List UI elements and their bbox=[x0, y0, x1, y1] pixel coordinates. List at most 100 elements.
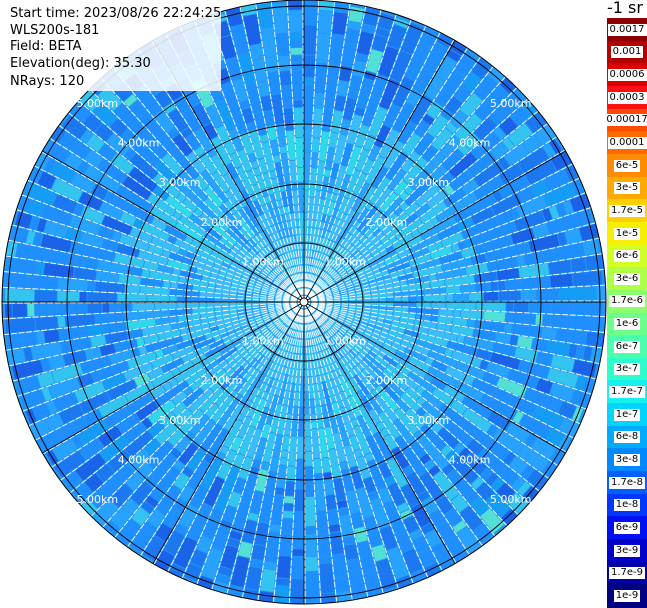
ray-gate-cell bbox=[543, 315, 550, 326]
colorbar-segment: 1.7e-9 bbox=[607, 562, 647, 585]
ray-gate-cell bbox=[304, 123, 312, 152]
ray-gate-cell bbox=[559, 287, 588, 300]
ray-gate-cell bbox=[135, 329, 143, 338]
range-label: 4.00km bbox=[449, 136, 491, 149]
colorbar-tick-label: 1e-6 bbox=[614, 318, 641, 330]
range-label: 1.00km bbox=[324, 256, 366, 269]
range-label: 5.00km bbox=[490, 97, 532, 110]
colorbar-tick-label: 6e-8 bbox=[614, 431, 641, 443]
ray-gate-cell bbox=[291, 55, 302, 62]
ray-gate-cell bbox=[394, 297, 401, 301]
ray-gate-cell bbox=[386, 297, 393, 301]
ray-gate-cell bbox=[171, 282, 178, 289]
ray-gate-cell bbox=[313, 459, 322, 474]
ray-gate-cell bbox=[294, 512, 304, 526]
colorbar-tick-label: 6e-5 bbox=[614, 160, 641, 172]
colorbar-tick-label: 1e-8 bbox=[614, 499, 641, 511]
ray-gate-cell bbox=[305, 399, 310, 413]
ray-gate-cell bbox=[170, 296, 177, 302]
colorbar-segment: 0.0001 bbox=[607, 131, 647, 154]
colorbar-segment: 1.7e-7 bbox=[607, 380, 647, 403]
ray-gate-cell bbox=[276, 578, 289, 586]
colorbar-segment: 6e-8 bbox=[607, 426, 647, 449]
range-label: 4.00km bbox=[118, 454, 160, 467]
colorbar-segment: 3e-6 bbox=[607, 267, 647, 290]
ray-gate-cell bbox=[215, 307, 222, 311]
ppi-scan-plot: 1.00km2.00km3.00km4.00km5.00km1.00km2.00… bbox=[0, 0, 607, 607]
ray-gate-cell bbox=[589, 287, 596, 300]
range-label: 1.00km bbox=[242, 335, 284, 348]
ray-gate-cell bbox=[541, 327, 556, 340]
ray-gate-cell bbox=[35, 317, 58, 330]
ray-gate-cell bbox=[265, 57, 278, 73]
ray-gate-cell bbox=[505, 279, 520, 290]
ray-gate-cell bbox=[285, 481, 295, 496]
ray-gate-cell bbox=[276, 33, 289, 56]
ray-gate-cell bbox=[297, 437, 304, 459]
ray-gate-cell bbox=[311, 421, 317, 428]
ray-gate-cell bbox=[200, 303, 207, 308]
ray-gate-cell bbox=[35, 304, 42, 316]
ray-gate-cell bbox=[283, 511, 293, 518]
range-label: 1.00km bbox=[242, 256, 284, 269]
colorbar-segment: 0.0017 bbox=[607, 18, 647, 41]
colorbar-tick-label: 1e-7 bbox=[614, 409, 641, 421]
ray-gate-cell bbox=[293, 100, 302, 107]
start-time-text: Start time: 2023/08/26 22:24:25 bbox=[10, 6, 221, 23]
ray-gate-cell bbox=[314, 93, 324, 108]
ray-gate-cell bbox=[279, 533, 292, 555]
ray-gate-cell bbox=[312, 138, 320, 153]
ray-gate-cell bbox=[304, 78, 314, 85]
colorbar-segment: 1e-8 bbox=[607, 494, 647, 517]
ray-gate-cell bbox=[288, 0, 302, 10]
ray-gate-cell bbox=[294, 206, 299, 213]
colorbar: 0.00170.0010.00060.00030.000170.00016e-5… bbox=[607, 18, 647, 607]
field-text: Field: BETA bbox=[10, 39, 221, 56]
ray-gate-cell bbox=[305, 422, 311, 436]
ray-gate-cell bbox=[280, 71, 291, 86]
ray-gate-cell bbox=[304, 85, 314, 107]
ray-gate-cell bbox=[57, 304, 71, 315]
ray-gate-cell bbox=[142, 269, 150, 277]
ray-gate-cell bbox=[431, 302, 445, 308]
ray-gate-cell bbox=[291, 48, 303, 55]
ray-gate-cell bbox=[529, 302, 551, 313]
ray-gate-cell bbox=[550, 315, 572, 328]
ray-gate-cell bbox=[284, 496, 293, 503]
ray-gate-cell bbox=[280, 458, 288, 466]
ray-gate-cell bbox=[319, 0, 333, 11]
ray-gate-cell bbox=[50, 304, 57, 316]
ray-gate-cell bbox=[117, 303, 124, 312]
ray-gate-cell bbox=[446, 302, 475, 310]
ray-gate-cell bbox=[163, 281, 170, 288]
ray-gate-cell bbox=[275, 586, 290, 604]
ray-gate-cell bbox=[305, 497, 315, 526]
ray-gate-cell bbox=[571, 258, 587, 272]
ray-gate-cell bbox=[88, 281, 95, 291]
ray-gate-cell bbox=[305, 437, 312, 451]
colorbar-segment: 1e-7 bbox=[607, 403, 647, 426]
ray-gate-cell bbox=[278, 56, 290, 71]
range-label: 2.00km bbox=[366, 216, 408, 229]
colorbar-tick-label: 1.7e-8 bbox=[609, 477, 645, 489]
colorbar-segment: 3e-7 bbox=[607, 358, 647, 381]
ray-gate-cell bbox=[305, 452, 313, 466]
ray-gate-cell bbox=[574, 302, 603, 316]
radar-center-marker bbox=[300, 298, 308, 306]
ray-gate-cell bbox=[321, 593, 335, 604]
ray-gate-cell bbox=[453, 310, 460, 317]
ray-gate-cell bbox=[282, 519, 293, 534]
ray-gate-cell bbox=[586, 255, 605, 270]
colorbar-segment: 0.0006 bbox=[607, 63, 647, 86]
ray-gate-cell bbox=[35, 290, 57, 302]
colorbar-segment: 1.7e-8 bbox=[607, 471, 647, 494]
ray-gate-cell bbox=[292, 557, 305, 579]
ray-gate-cell bbox=[290, 579, 304, 604]
ray-gate-cell bbox=[280, 146, 288, 153]
ray-gate-cell bbox=[296, 459, 304, 488]
colorbar-tick-label: 3e-9 bbox=[614, 545, 641, 557]
range-label: 2.00km bbox=[201, 374, 243, 387]
range-label: 5.00km bbox=[77, 97, 119, 110]
ray-gate-cell bbox=[536, 289, 558, 301]
ray-gate-cell bbox=[306, 572, 320, 602]
